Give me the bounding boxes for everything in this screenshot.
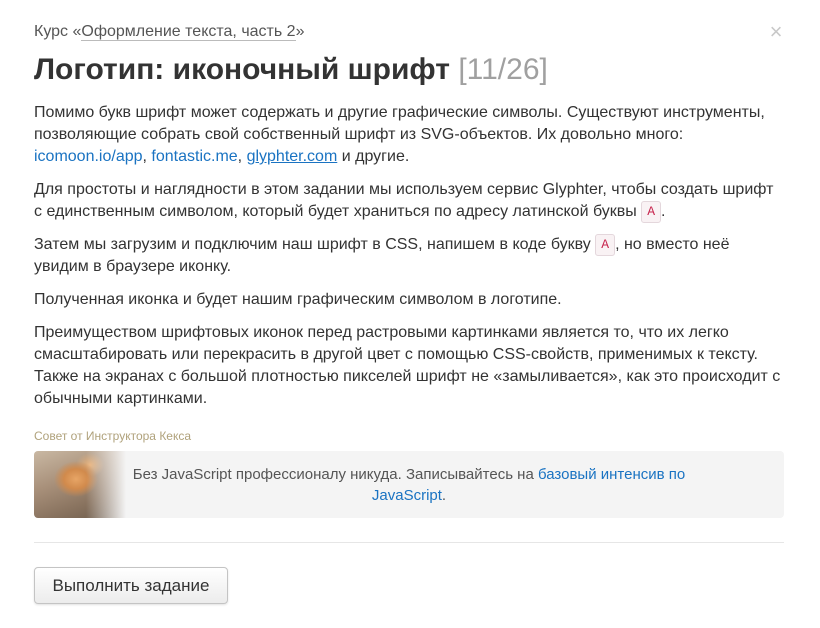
page-title: Логотип: иконочный шрифт [11/26] [34, 52, 548, 88]
tip-banner: Без JavaScript профессионалу никуда. Зап… [34, 451, 784, 518]
title-text: Логотип: иконочный шрифт [34, 53, 450, 86]
course-suffix: » [295, 23, 305, 40]
paragraph-5: Преимуществом шрифтовых иконок перед рас… [34, 324, 781, 407]
divider [34, 542, 784, 543]
tip-text: Без JavaScript профессионалу никуда. Зап… [124, 464, 694, 506]
paragraph-1: Помимо букв шрифт может содержать и друг… [34, 102, 784, 168]
course-link[interactable]: Оформление текста, часть 2 [81, 23, 296, 41]
paragraph-1-text: Помимо букв шрифт может содержать и друг… [34, 104, 765, 143]
tip-message: Без JavaScript профессионалу никуда. Зап… [132, 466, 538, 483]
submit-task-button[interactable]: Выполнить задание [34, 567, 228, 604]
paragraph-3: Затем мы загрузим и подключим наш шрифт … [34, 234, 784, 278]
step-counter: [11/26] [458, 53, 548, 86]
link-glyphter[interactable]: glyphter.com [247, 148, 338, 165]
separator: , [237, 148, 247, 165]
inline-code: A [641, 201, 662, 223]
paragraph-1-tail: и другие. [337, 148, 410, 165]
tip-tail: . [441, 487, 447, 504]
paragraph-2: Для простоты и наглядности в этом задани… [34, 179, 784, 223]
paragraph-3-text: Затем мы загрузим и подключим наш шрифт … [34, 236, 596, 253]
link-fontastic[interactable]: fontastic.me [151, 148, 237, 165]
course-prefix: Курс « [34, 23, 82, 40]
course-breadcrumb: Курс «Оформление текста, часть 2» [34, 22, 304, 42]
close-icon[interactable]: × [764, 20, 788, 44]
inline-code: A [595, 234, 616, 256]
lesson-content: Помимо букв шрифт может содержать и друг… [34, 102, 784, 421]
tip-label: Совет от Инструктора Кекса [34, 429, 192, 443]
paragraph-2-tail: . [661, 203, 666, 220]
link-icomoon[interactable]: icomoon.io/app [34, 148, 143, 165]
paragraph-4: Полученная иконка и будет нашим графичес… [34, 291, 562, 308]
instructor-cat-photo [34, 451, 126, 518]
